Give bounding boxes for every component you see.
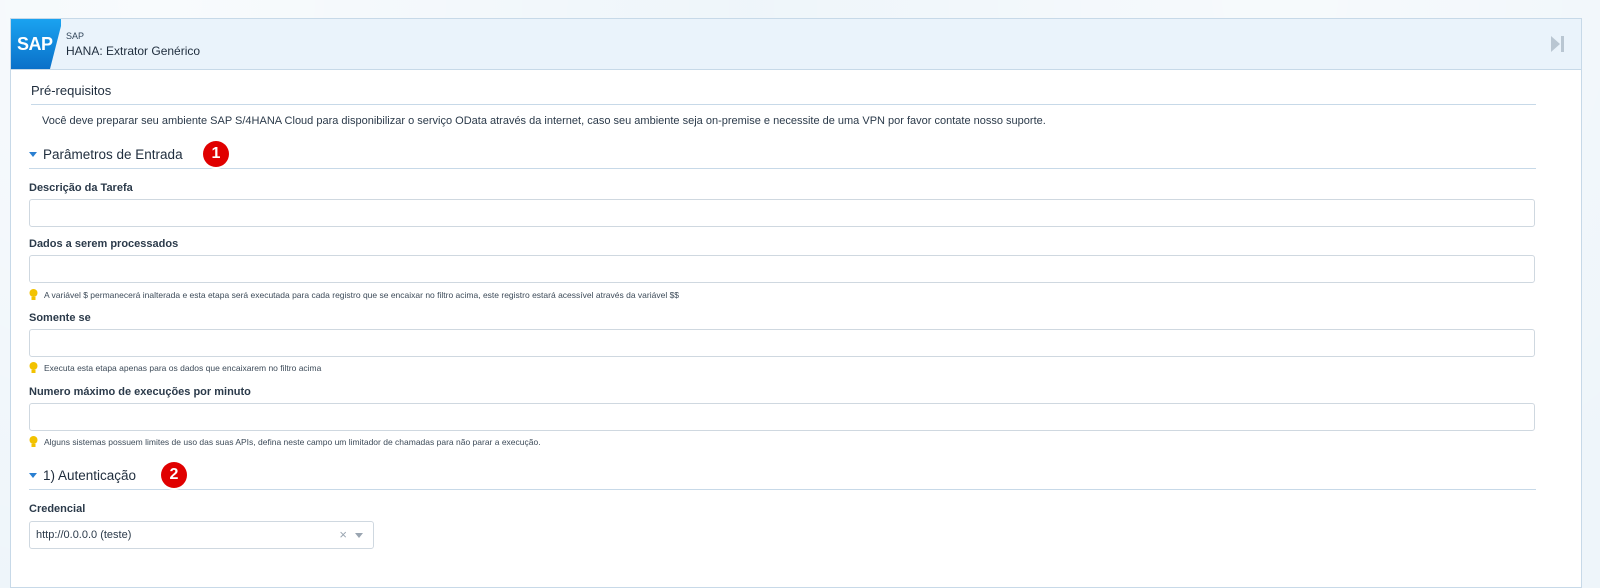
- header-vendor-label: SAP: [66, 31, 85, 41]
- data-to-process-input[interactable]: [29, 255, 1535, 283]
- prerequisites-title: Pré-requisitos: [31, 83, 1536, 105]
- credential-select[interactable]: http://0.0.0.0 (teste) ×: [29, 521, 374, 549]
- skip-forward-icon[interactable]: [1551, 36, 1565, 52]
- section-authentication[interactable]: 1) Autenticação: [29, 468, 1536, 490]
- data-to-process-hint: A variável $ permanecerá inalterada e es…: [29, 289, 679, 301]
- lightbulb-icon: [29, 436, 38, 447]
- only-if-label: Somente se: [29, 312, 91, 324]
- lightbulb-icon: [29, 289, 38, 300]
- data-to-process-label: Dados a serem processados: [29, 238, 179, 250]
- task-panel: SAP SAP HANA: Extrator Genérico Pré-requ…: [10, 18, 1582, 588]
- panel-header: SAP SAP HANA: Extrator Genérico: [11, 19, 1581, 70]
- hint-text: Executa esta etapa apenas para os dados …: [44, 363, 322, 373]
- section-input-parameters[interactable]: Parâmetros de Entrada: [29, 147, 1536, 169]
- sap-logo: SAP: [11, 19, 61, 69]
- section-title-label: Parâmetros de Entrada: [43, 147, 183, 162]
- step-badge-1: 1: [203, 141, 229, 167]
- max-executions-hint: Alguns sistemas possuem limites de uso d…: [29, 436, 541, 448]
- hint-text: A variável $ permanecerá inalterada e es…: [44, 290, 680, 300]
- max-executions-input[interactable]: [29, 403, 1535, 431]
- credential-select-value: http://0.0.0.0 (teste): [36, 529, 132, 541]
- lightbulb-icon: [29, 362, 38, 373]
- max-executions-label: Numero máximo de execuções por minuto: [29, 386, 251, 398]
- caret-down-icon: [29, 472, 37, 478]
- only-if-hint: Executa esta etapa apenas para os dados …: [29, 362, 321, 374]
- caret-down-icon: [29, 151, 37, 157]
- task-description-label: Descrição da Tarefa: [29, 182, 133, 194]
- chevron-down-icon[interactable]: [355, 533, 363, 538]
- credential-label: Credencial: [29, 503, 86, 515]
- step-badge-2: 2: [161, 462, 187, 488]
- hint-text: Alguns sistemas possuem limites de uso d…: [44, 437, 541, 447]
- prerequisites-text: Você deve preparar seu ambiente SAP S/4H…: [42, 115, 1046, 127]
- header-title: HANA: Extrator Genérico: [66, 44, 201, 58]
- only-if-input[interactable]: [29, 329, 1535, 357]
- clear-icon[interactable]: ×: [339, 527, 347, 542]
- section-title-label: 1) Autenticação: [43, 468, 137, 483]
- task-description-input[interactable]: [29, 199, 1535, 227]
